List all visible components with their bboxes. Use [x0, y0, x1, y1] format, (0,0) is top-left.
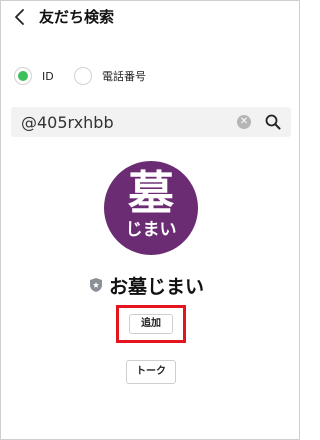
- profile-name: お墓じまい: [109, 275, 205, 298]
- search-type-group: ID 電話番号: [14, 64, 294, 88]
- avatar-text-bottom: じまい: [125, 220, 177, 240]
- radio-id[interactable]: ID: [14, 64, 54, 88]
- radio-phone[interactable]: 電話番号: [74, 64, 146, 88]
- shield-icon: [90, 278, 102, 292]
- profile-name-row: お墓じまい: [89, 273, 205, 298]
- add-button[interactable]: 追加: [129, 314, 173, 334]
- add-button-highlight: 追加: [116, 305, 186, 343]
- radio-button-id[interactable]: [14, 67, 32, 85]
- search-input[interactable]: [21, 111, 221, 133]
- chevron-left-icon: [15, 9, 24, 25]
- page-title: 友だち検索: [39, 8, 115, 26]
- search-bar: ✕: [11, 107, 291, 137]
- search-button[interactable]: [263, 112, 283, 132]
- talk-button[interactable]: トーク: [126, 360, 176, 384]
- search-icon: [265, 114, 281, 130]
- clear-icon[interactable]: ✕: [237, 115, 251, 129]
- header: 友だち検索: [1, 1, 301, 35]
- back-button[interactable]: [13, 7, 27, 27]
- radio-selected-dot: [18, 71, 28, 81]
- avatar-text-top: 墓: [128, 166, 174, 220]
- radio-label-phone: 電話番号: [102, 70, 146, 83]
- app-frame: 友だち検索 ID 電話番号 ✕ 墓 じまい お: [0, 0, 300, 440]
- radio-label-id: ID: [42, 69, 54, 83]
- radio-button-phone[interactable]: [74, 67, 92, 85]
- avatar: 墓 じまい: [104, 161, 198, 255]
